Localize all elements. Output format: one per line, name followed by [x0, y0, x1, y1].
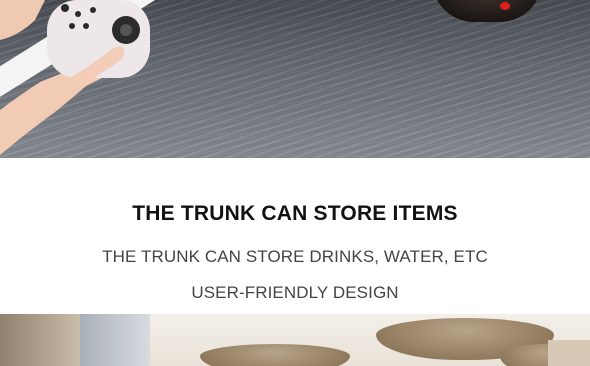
fountain-basin	[200, 344, 350, 366]
feature-line-1: THE TRUNK CAN STORE DRINKS, WATER, ETC	[102, 247, 488, 266]
section-title: THE TRUNK CAN STORE ITEMS	[132, 202, 458, 225]
feature-text-section: THE TRUNK CAN STORE ITEMS THE TRUNK CAN …	[0, 158, 590, 314]
building	[80, 314, 150, 366]
building	[0, 314, 80, 366]
car-light	[500, 2, 510, 10]
hero-image	[0, 0, 590, 158]
hand-holding-remote-image	[0, 0, 150, 155]
feature-line-2: USER-FRIENDLY DESIGN	[191, 283, 399, 302]
building	[548, 340, 590, 366]
fountain-image	[0, 314, 590, 366]
